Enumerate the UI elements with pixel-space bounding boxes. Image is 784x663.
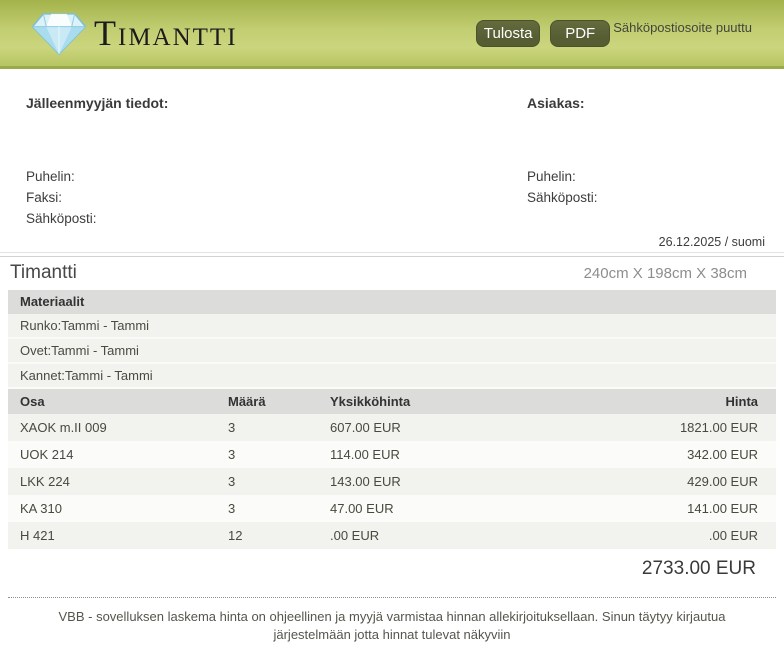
field-label: Sähköposti: [26,211,97,226]
field-label: Puhelin: [527,169,576,184]
quote-page: Timantti Tulosta PDF Sähköpostiosoite pu… [0,0,784,663]
part-name: H 421 [20,528,55,543]
part-quantity: 3 [228,420,236,435]
part-row: LKK 224 3 143.00 EUR 429.00 EUR [8,468,776,495]
part-name: LKK 224 [20,474,70,489]
print-button[interactable]: Tulosta [476,19,541,47]
material-row: Ovet:Tammi - Tammi [8,339,776,364]
part-row: UOK 214 3 114.00 EUR 342.00 EUR [8,441,776,468]
part-row: H 421 12 .00 EUR .00 EUR [8,522,776,549]
part-unit-price: 47.00 EUR [330,501,394,516]
col-header-unit-price: Yksikköhinta [318,389,558,414]
part-unit-price: 607.00 EUR [330,420,401,435]
part-total-price: 1821.00 EUR [679,420,758,435]
field-label: Sähköposti: [527,190,598,205]
part-total-price: 342.00 EUR [687,447,758,462]
field-label: Faksi: [26,190,63,205]
dealer-info: Jälleenmyyjän tiedot: Puhelin: Faksi: Sä… [26,95,527,229]
section-divider [0,252,784,257]
col-header-price: Hinta [558,389,776,414]
materials-panel: Materiaalit Runko:Tammi - Tammi Ovet:Tam… [8,290,776,389]
site-header: Timantti Tulosta PDF Sähköpostiosoite pu… [0,0,784,69]
part-total-price: 141.00 EUR [687,501,758,516]
parts-panel: Osa Määrä Yksikköhinta Hinta XAOK m.II 0… [8,389,776,549]
part-row: KA 310 3 47.00 EUR 141.00 EUR [8,495,776,522]
customer-fields: Puhelin: Sähköposti: [527,166,598,208]
materials-list: Runko:Tammi - Tammi Ovet:Tammi - Tammi K… [8,314,776,389]
part-row: XAOK m.II 009 3 607.00 EUR 1821.00 EUR [8,414,776,441]
part-unit-price: 143.00 EUR [330,474,401,489]
col-header-part: Osa [8,389,216,414]
part-unit-price: .00 EUR [330,528,380,543]
part-name: XAOK m.II 009 [20,420,107,435]
col-header-quantity: Määrä [216,389,318,414]
logo: Timantti [30,11,238,56]
customer-heading: Asiakas: [527,95,585,111]
customer-info: Asiakas: Puhelin: Sähköposti: [527,95,598,229]
part-name: UOK 214 [20,447,74,462]
brand-title: Timantti [94,13,238,53]
part-unit-price: 114.00 EUR [330,447,400,462]
part-quantity: 3 [228,474,236,489]
diamond-logo-icon [31,12,87,55]
part-quantity: 12 [228,528,243,543]
disclaimer-text: VBB - sovelluksen laskema hinta on ohjee… [58,609,726,642]
material-row: Kannet:Tammi - Tammi [8,364,776,389]
product-dimensions: 240cm X 198cm X 38cm [583,265,747,282]
quote-header: Timantti 240cm X 198cm X 38cm [0,261,784,285]
email-missing-warning: Sähköpostiosoite puuttu [613,19,752,35]
product-title: Timantti [10,262,77,283]
parts-table-header-row: Osa Määrä Yksikköhinta Hinta [8,389,776,414]
grand-total: 2733.00 EUR [641,558,756,579]
parts-table: Osa Määrä Yksikköhinta Hinta XAOK m.II 0… [8,389,776,549]
materials-heading: Materiaalit [8,290,776,314]
part-quantity: 3 [228,447,236,462]
date-language-line: 26.12.2025 / suomi [658,235,765,249]
part-quantity: 3 [228,501,236,516]
header-actions: Tulosta PDF Sähköpostiosoite puuttu [476,19,752,47]
material-row: Runko:Tammi - Tammi [8,314,776,339]
part-total-price: .00 EUR [708,528,758,543]
dealer-heading: Jälleenmyyjän tiedot: [26,95,169,111]
footer-divider [8,597,776,598]
pdf-button[interactable]: PDF [550,19,611,47]
info-section: Jälleenmyyjän tiedot: Puhelin: Faksi: Sä… [0,69,784,249]
part-name: KA 310 [20,501,62,516]
dealer-fields: Puhelin: Faksi: Sähköposti: [26,166,527,229]
field-label: Puhelin: [26,169,75,184]
part-total-price: 429.00 EUR [687,474,758,489]
